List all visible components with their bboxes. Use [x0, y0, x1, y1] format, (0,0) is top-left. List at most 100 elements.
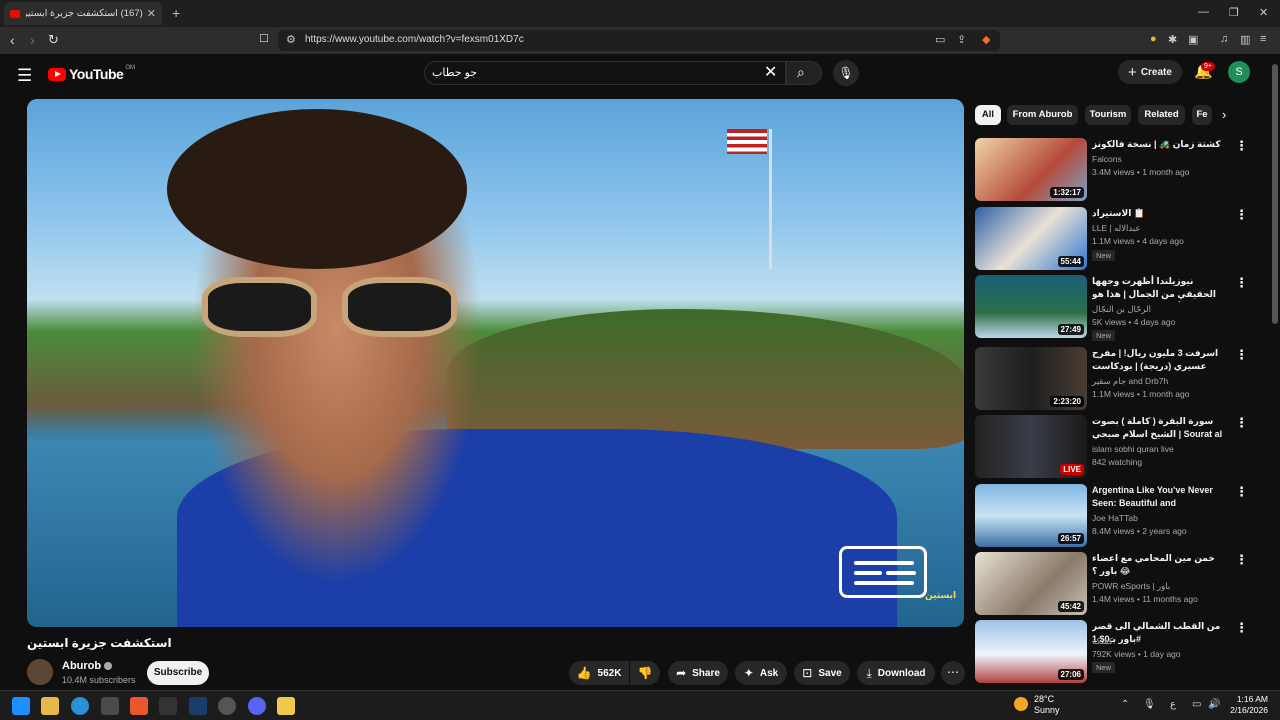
ask-button[interactable]: ✦ Ask: [735, 661, 787, 685]
save-button[interactable]: ⊡ Save: [794, 661, 850, 685]
video-thumbnail[interactable]: 1:32:17: [975, 138, 1087, 201]
mic-tray-icon[interactable]: 🎙: [1143, 699, 1156, 710]
volume-icon[interactable]: 🔊: [1208, 699, 1220, 710]
brave-icon[interactable]: [130, 697, 148, 715]
recommendation-title[interactable]: سورة البقرة ( كاملة ) بصوت الشيخ اسلام ص…: [1092, 415, 1224, 442]
store-icon[interactable]: [101, 697, 119, 715]
recommendation-item[interactable]: 1:32:17 كشتة زمان 🚜 | نسخة فالكونز Falco…: [975, 138, 1265, 202]
video-thumbnail[interactable]: 45:42: [975, 552, 1087, 615]
recommendation-channel[interactable]: كسكة: [1092, 636, 1113, 647]
kebab-menu-icon[interactable]: ⋮: [1235, 552, 1248, 568]
recommendation-channel[interactable]: الرحّال بن النجّال: [1092, 304, 1151, 315]
dislike-button[interactable]: 👎: [630, 661, 660, 685]
recommendation-channel[interactable]: جام سقير and Drb7h: [1092, 376, 1168, 387]
recommendation-channel[interactable]: LLE | عبدالاله: [1092, 223, 1141, 234]
chip-related[interactable]: Related: [1138, 105, 1185, 125]
notes-icon[interactable]: [277, 697, 295, 715]
chip-from-aburob[interactable]: From Aburob: [1007, 105, 1078, 125]
maximize-button[interactable]: ❐: [1229, 6, 1239, 19]
back-icon[interactable]: ‹: [10, 32, 15, 48]
kebab-menu-icon[interactable]: ⋮: [1235, 138, 1248, 154]
recommendation-item[interactable]: 27:49 نيوزيلندا أظهرت وجهها الحقيقي من ا…: [975, 275, 1265, 341]
video-player[interactable]: ابستين: [27, 99, 964, 627]
recommendation-title[interactable]: الاستيراد 📋: [1092, 207, 1224, 220]
file-explorer-icon[interactable]: [41, 697, 59, 715]
chips-next-icon[interactable]: ›: [1222, 107, 1226, 122]
chip-fe[interactable]: Fe: [1192, 105, 1212, 125]
recommendation-title[interactable]: كشتة زمان 🚜 | نسخة فالكونز: [1092, 138, 1224, 151]
epic-games-icon[interactable]: [159, 697, 177, 715]
site-info-icon[interactable]: ⚙: [286, 33, 296, 46]
recommendation-title[interactable]: خمن مين المحامي مع اعضاء باور ؟ 😂: [1092, 552, 1224, 578]
edge-icon[interactable]: [71, 697, 89, 715]
kebab-menu-icon[interactable]: ⋮: [1235, 620, 1248, 636]
download-button[interactable]: ⤓ Download: [857, 661, 935, 685]
cast-icon[interactable]: ▭: [935, 33, 945, 46]
tray-chevron-icon[interactable]: ⌃: [1121, 699, 1129, 710]
browser-tab[interactable]: (167) استكشفت جزيرة ابستين - YouTube ✕: [4, 2, 162, 25]
close-window-button[interactable]: ✕: [1259, 6, 1268, 19]
minimize-button[interactable]: —: [1198, 6, 1209, 18]
bookmark-icon[interactable]: ☐: [259, 32, 269, 45]
kebab-menu-icon[interactable]: ⋮: [1235, 484, 1248, 500]
search-button[interactable]: ⌕: [786, 61, 822, 85]
subscribe-button[interactable]: Subscribe: [147, 661, 209, 685]
search-input[interactable]: [424, 61, 786, 85]
like-button[interactable]: 👍 562K: [569, 661, 629, 685]
chip-all[interactable]: All: [975, 105, 1001, 125]
recommendation-item[interactable]: 45:42 خمن مين المحامي مع اعضاء باور ؟ 😂 …: [975, 552, 1265, 616]
video-thumbnail[interactable]: 2:23:20: [975, 347, 1087, 410]
clear-search-icon[interactable]: ✕: [764, 62, 777, 82]
reload-icon[interactable]: ↻: [48, 32, 59, 48]
language-indicator[interactable]: ع: [1170, 699, 1176, 710]
chip-tourism[interactable]: Tourism: [1085, 105, 1131, 125]
kebab-menu-icon[interactable]: ⋮: [1235, 415, 1248, 431]
recommendation-title[interactable]: نيوزيلندا أظهرت وجهها الحقيقي من الجمال …: [1092, 275, 1224, 302]
recommendation-item[interactable]: LIVE سورة البقرة ( كاملة ) بصوت الشيخ اس…: [975, 415, 1265, 479]
search-value[interactable]: جو حطاب: [432, 66, 477, 79]
app-icon[interactable]: [218, 697, 236, 715]
extensions-icon[interactable]: ✱: [1168, 33, 1177, 46]
media-icon[interactable]: ♫: [1220, 33, 1228, 45]
recommendation-item[interactable]: 26:57 Argentina Like You've Never Seen: …: [975, 484, 1265, 548]
channel-avatar[interactable]: [27, 659, 53, 685]
start-icon[interactable]: [12, 697, 30, 715]
url-text[interactable]: https://www.youtube.com/watch?v=fexsm01X…: [305, 34, 524, 45]
channel-name[interactable]: Aburob: [62, 660, 113, 672]
recommendation-title[interactable]: Argentina Like You've Never Seen: Beauti…: [1092, 484, 1224, 511]
voice-search-icon[interactable]: 🎙: [833, 60, 859, 86]
steam-icon[interactable]: [189, 697, 207, 715]
create-button[interactable]: + Create: [1118, 60, 1182, 84]
share-page-icon[interactable]: ⇪: [957, 33, 966, 46]
system-clock[interactable]: 1:16 AM 2/16/2026: [1226, 694, 1268, 716]
account-avatar[interactable]: S: [1228, 61, 1250, 83]
weather-widget[interactable]: 28°C Sunny: [1034, 694, 1060, 716]
leo-icon[interactable]: ●: [1150, 33, 1157, 45]
recommendation-item[interactable]: 55:44 الاستيراد 📋 LLE | عبدالاله 1.1M vi…: [975, 207, 1265, 271]
recommendation-title[interactable]: اسرفت 3 مليون ريال! | مفرح عسيري (دريجة)…: [1092, 347, 1224, 374]
video-thumbnail[interactable]: 27:06: [975, 620, 1087, 683]
recommendation-channel[interactable]: POWR eSports | باور: [1092, 581, 1170, 592]
hamburger-menu-icon[interactable]: ☰: [17, 66, 32, 86]
kebab-menu-icon[interactable]: ⋮: [1235, 347, 1248, 363]
wallet-icon[interactable]: ▣: [1188, 33, 1198, 46]
more-actions-icon[interactable]: ⋯: [941, 661, 965, 685]
recommendation-item[interactable]: 27:06 من القطب الشمالي الى قصر باور بـ0$…: [975, 620, 1265, 684]
page-scrollbar[interactable]: [1272, 64, 1278, 324]
recommendation-channel[interactable]: islam sobhi quran live: [1092, 444, 1174, 454]
recommendation-item[interactable]: 2:23:20 اسرفت 3 مليون ريال! | مفرح عسيري…: [975, 347, 1265, 411]
youtube-logo[interactable]: YouTube OM: [48, 65, 135, 82]
discord-icon[interactable]: [248, 697, 266, 715]
video-thumbnail[interactable]: 27:49: [975, 275, 1087, 338]
recommendation-channel[interactable]: Falcons: [1092, 154, 1122, 164]
recommendation-channel[interactable]: Joe HaTTab: [1092, 513, 1138, 523]
brave-shield-icon[interactable]: ◆: [982, 33, 990, 46]
network-icon[interactable]: ▭: [1192, 699, 1201, 710]
kebab-menu-icon[interactable]: ⋮: [1235, 207, 1248, 223]
kebab-menu-icon[interactable]: ⋮: [1235, 275, 1248, 291]
video-thumbnail[interactable]: 55:44: [975, 207, 1087, 270]
browser-menu-icon[interactable]: ≡: [1260, 33, 1266, 45]
share-button[interactable]: ➦ Share: [668, 661, 728, 685]
close-tab-icon[interactable]: ✕: [147, 7, 156, 20]
video-thumbnail[interactable]: 26:57: [975, 484, 1087, 547]
